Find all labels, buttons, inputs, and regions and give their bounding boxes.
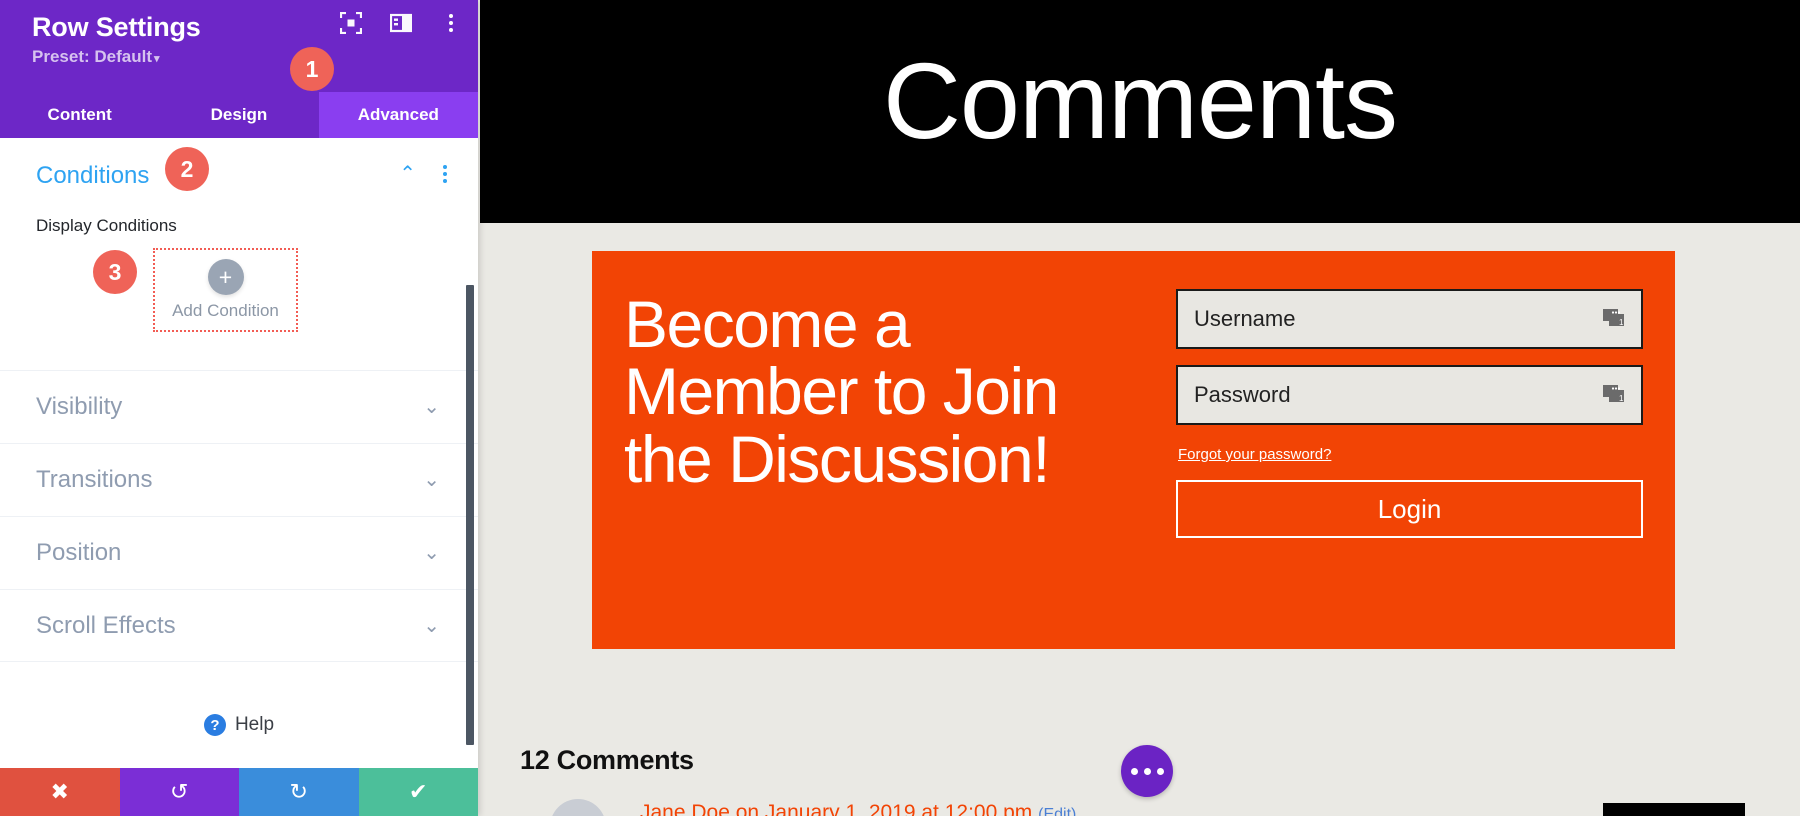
conditions-more-icon[interactable] xyxy=(438,165,452,183)
hero-banner: Comments xyxy=(480,0,1800,223)
comment-item: Jane Doe on January 1, 2019 at 12:00 pm … xyxy=(520,797,1620,816)
panel-scrollbar[interactable] xyxy=(466,285,474,745)
undo-button[interactable]: ↺ xyxy=(119,768,239,816)
panel-header: Row Settings Preset: Default ▾ xyxy=(0,0,478,92)
preset-selector[interactable]: Preset: Default ▾ xyxy=(32,47,460,67)
tab-content[interactable]: Content xyxy=(0,92,159,138)
chevron-down-icon: ▾ xyxy=(153,53,160,65)
cta-text-column: Become a Member to Join the Discussion! xyxy=(592,251,1152,649)
focus-target-icon[interactable] xyxy=(339,11,363,35)
save-button[interactable]: ✔ xyxy=(358,768,478,816)
form-field-badge-icon: 1 xyxy=(1603,385,1625,405)
chevron-down-icon: ⌄ xyxy=(423,542,440,564)
plus-icon: + xyxy=(207,259,244,295)
preset-label: Preset: Default xyxy=(32,47,152,66)
password-input[interactable]: Password 1 xyxy=(1176,365,1643,425)
conditions-header-actions: ⌃ xyxy=(399,164,452,184)
accordion-visibility[interactable]: Visibility ⌄ xyxy=(0,370,478,443)
dot-icon xyxy=(1130,767,1138,775)
conditions-header[interactable]: Conditions xyxy=(36,162,452,190)
cancel-button[interactable]: ✖ xyxy=(0,768,120,816)
help-question-icon: ? xyxy=(203,714,226,736)
comment-edit-link[interactable]: (Edit) xyxy=(1038,806,1076,816)
row-settings-panel: Row Settings Preset: Default ▾ Content D… xyxy=(0,0,478,816)
step-badge-3: 3 xyxy=(93,250,137,294)
avatar xyxy=(550,799,606,816)
chevron-down-icon: ⌄ xyxy=(423,469,440,491)
panel-tabs: Content Design Advanced xyxy=(0,92,478,138)
form-field-badge-icon: 1 xyxy=(1603,309,1625,329)
panel-footer: ✖ ↺ ↻ ✔ xyxy=(0,768,478,816)
display-conditions-label: Display Conditions xyxy=(36,216,177,235)
accordion-scroll-effects[interactable]: Scroll Effects ⌄ xyxy=(0,589,478,662)
more-vertical-icon[interactable] xyxy=(440,14,462,32)
tab-design[interactable]: Design xyxy=(159,92,318,138)
accordion-label: Visibility xyxy=(36,393,123,420)
settings-accordion: Visibility ⌄ Transitions ⌄ Position ⌄ Sc… xyxy=(0,370,478,662)
comment-author-and-date: Jane Doe on January 1, 2019 at 12:00 pm xyxy=(640,801,1033,816)
panel-header-actions xyxy=(339,11,462,35)
conditions-section: Conditions ⌃ Display Conditions + Add Co… xyxy=(0,138,478,332)
layout-columns-icon[interactable] xyxy=(389,12,413,34)
chevron-down-icon: ⌄ xyxy=(423,396,440,418)
panel-body: Conditions ⌃ Display Conditions + Add Co… xyxy=(0,138,478,814)
cta-heading: Become a Member to Join the Discussion! xyxy=(624,287,1059,496)
username-input[interactable]: Username 1 xyxy=(1176,289,1643,349)
password-placeholder: Password xyxy=(1194,382,1291,407)
forgot-password-link[interactable]: Forgot your password? xyxy=(1178,446,1331,463)
add-condition-button[interactable]: + Add Condition xyxy=(153,248,298,332)
login-button[interactable]: Login xyxy=(1176,480,1643,538)
comment-meta: Jane Doe on January 1, 2019 at 12:00 pm … xyxy=(640,801,1076,816)
accordion-label: Transitions xyxy=(36,466,153,493)
page-title: Comments xyxy=(882,39,1398,161)
svg-text:1: 1 xyxy=(1619,394,1624,403)
help-button[interactable]: ? Help xyxy=(0,714,478,736)
redo-button[interactable]: ↻ xyxy=(239,768,359,816)
step-badge-1: 1 xyxy=(290,47,334,91)
help-label: Help xyxy=(234,714,275,735)
chevron-up-icon[interactable]: ⌃ xyxy=(399,164,416,184)
accordion-transitions[interactable]: Transitions ⌄ xyxy=(0,443,478,516)
login-form: Username 1 Password 1 Forgot your passwo… xyxy=(1152,251,1675,649)
conditions-title: Conditions xyxy=(36,162,150,189)
step-badge-2: 2 xyxy=(165,147,209,191)
accordion-label: Position xyxy=(36,539,122,566)
membership-cta-box: Become a Member to Join the Discussion! … xyxy=(592,251,1675,649)
more-options-fab[interactable] xyxy=(1121,745,1173,797)
page-bottom-strip xyxy=(1603,803,1745,816)
screen: Comments Become a Member to Join the Dis… xyxy=(0,0,1800,816)
svg-text:1: 1 xyxy=(1619,318,1624,327)
username-placeholder: Username xyxy=(1194,306,1296,331)
dot-icon xyxy=(1143,767,1151,775)
add-condition-label: Add Condition xyxy=(172,301,279,320)
chevron-down-icon: ⌄ xyxy=(423,614,440,637)
dot-icon xyxy=(1156,767,1164,775)
accordion-label: Scroll Effects xyxy=(36,611,176,639)
tab-advanced[interactable]: Advanced xyxy=(318,92,478,138)
comments-count-heading: 12 Comments xyxy=(520,745,694,775)
accordion-position[interactable]: Position ⌄ xyxy=(0,516,478,589)
